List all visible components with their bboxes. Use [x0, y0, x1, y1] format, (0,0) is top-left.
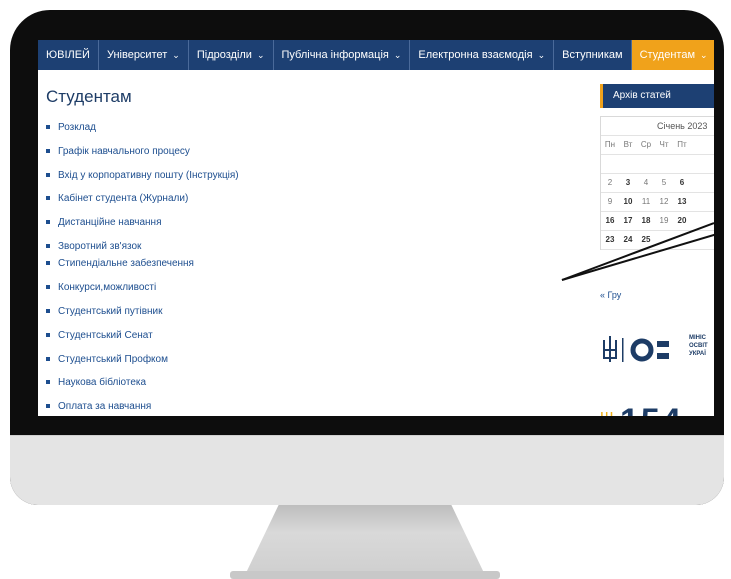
monitor-stand-base: [230, 571, 500, 579]
monitor-chin: [10, 435, 724, 505]
callout-arrow: [561, 222, 714, 281]
browser-viewport: ЮВІЛЕЙ Університет ⌄ Підрозділи ⌄ Публічна ін…: [38, 40, 714, 416]
monitor-stand-neck: [245, 505, 485, 575]
callout-line-lower: [561, 233, 714, 281]
monitor-frame: ЮВІЛЕЙ Університет ⌄ Підрозділи ⌄ Публічна ін…: [10, 10, 724, 505]
callout-line-upper: [561, 222, 714, 281]
